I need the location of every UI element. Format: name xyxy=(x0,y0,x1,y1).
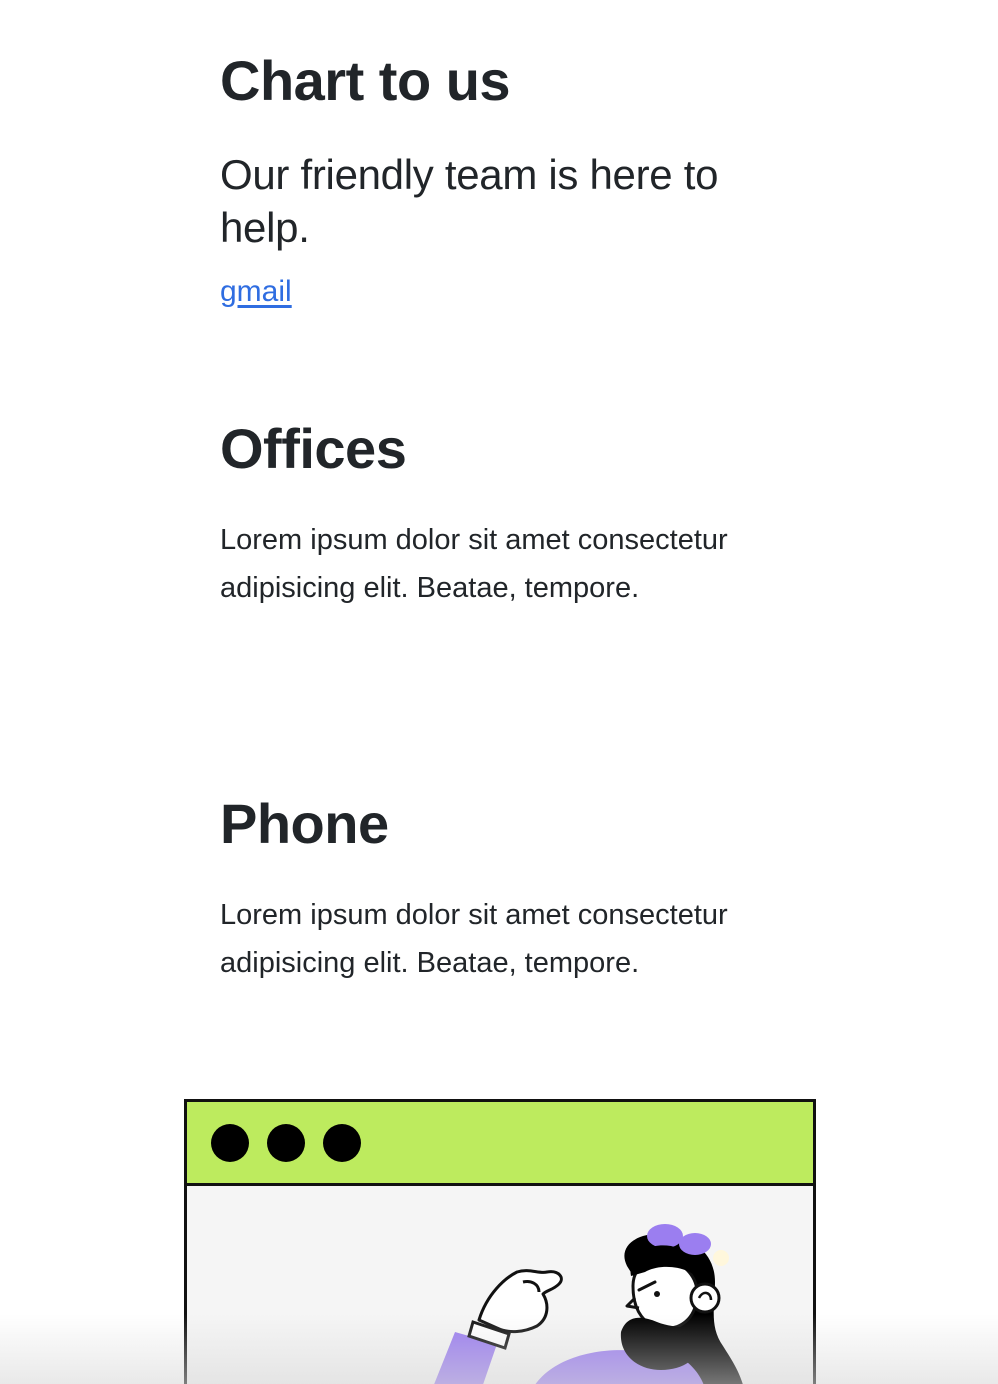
person-illustration-icon xyxy=(434,1224,743,1384)
phone-text: Lorem ipsum dolor sit amet consectetur a… xyxy=(220,899,728,979)
contact-heading: Chart to us xyxy=(220,49,511,112)
window-dot-icon xyxy=(211,1124,249,1162)
phone-heading: Phone xyxy=(220,792,389,855)
window-dot-icon xyxy=(323,1124,361,1162)
offices-heading: Offices xyxy=(220,417,407,480)
contact-subtitle: Our friendly team is here to help. xyxy=(220,151,719,251)
offices-text: Lorem ipsum dolor sit amet consectetur a… xyxy=(220,524,728,604)
gmail-link[interactable]: gmail xyxy=(220,275,292,309)
browser-window-illustration xyxy=(184,1099,816,1384)
window-dot-icon xyxy=(267,1124,305,1162)
browser-title-bar xyxy=(187,1102,813,1186)
